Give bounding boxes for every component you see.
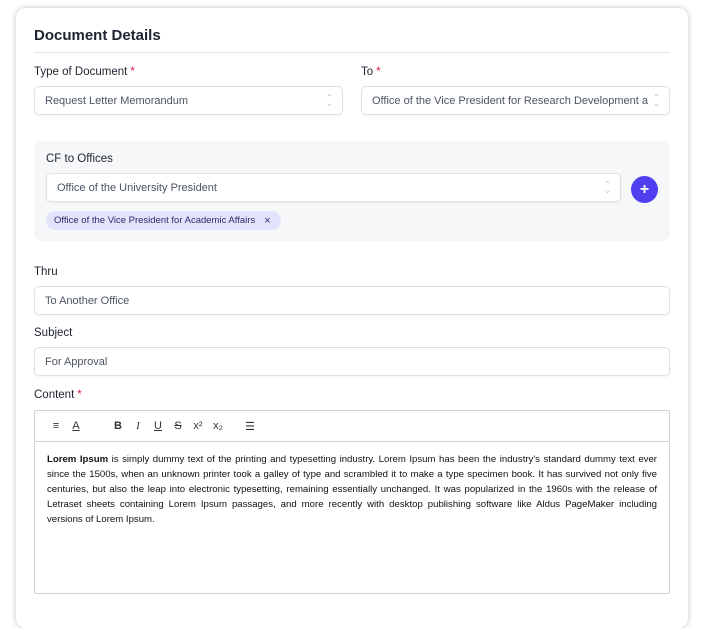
subject-input[interactable]: For Approval — [34, 347, 670, 376]
cf-chip: Office of the Vice President for Academi… — [46, 211, 281, 230]
add-cf-button[interactable]: + — [631, 176, 658, 203]
type-of-document-select[interactable]: Request Letter Memorandum ⌃ ⌄ — [34, 86, 343, 115]
subscript-icon[interactable]: x₂ — [208, 420, 228, 432]
chip-label: Office of the Vice President for Academi… — [54, 215, 256, 226]
italic-icon[interactable]: I — [128, 420, 148, 432]
chevron-updown-icon: ⌃ ⌄ — [653, 92, 660, 108]
font-color-icon[interactable]: A — [66, 420, 86, 432]
subject-label: Subject — [34, 327, 73, 339]
to-label: To * — [361, 66, 381, 78]
type-of-document-label: Type of Document * — [34, 66, 135, 78]
content-text: is simply dummy text of the printing and… — [47, 454, 657, 525]
chevron-updown-icon: ⌃ ⌄ — [604, 179, 611, 195]
thru-label: Thru — [34, 266, 58, 278]
strikethrough-icon[interactable]: S — [168, 420, 188, 432]
remove-chip-icon[interactable]: × — [264, 215, 270, 227]
ordered-list-icon[interactable]: ☰ — [240, 420, 260, 433]
divider — [34, 52, 670, 53]
cf-select[interactable]: Office of the University President ⌃ ⌄ — [46, 173, 621, 202]
editor-toolbar: ≡ A B I U S x² x₂ ☰ — [35, 411, 669, 442]
align-icon[interactable]: ≡ — [46, 420, 66, 432]
to-select[interactable]: Office of the Vice President for Researc… — [361, 86, 670, 115]
underline-icon[interactable]: U — [148, 420, 168, 432]
content-editor[interactable]: ≡ A B I U S x² x₂ ☰ Lorem Ipsum is simpl… — [34, 410, 670, 594]
thru-input[interactable]: To Another Office — [34, 286, 670, 315]
cf-label: CF to Offices — [46, 153, 113, 165]
editor-body[interactable]: Lorem Ipsum is simply dummy text of the … — [35, 442, 669, 537]
content-label: Content * — [34, 389, 82, 401]
superscript-icon[interactable]: x² — [188, 420, 208, 432]
bold-icon[interactable]: B — [108, 420, 128, 432]
chevron-updown-icon: ⌃ ⌄ — [326, 92, 333, 108]
bold-lead-text: Lorem Ipsum — [47, 454, 109, 465]
section-title: Document Details — [34, 27, 161, 44]
